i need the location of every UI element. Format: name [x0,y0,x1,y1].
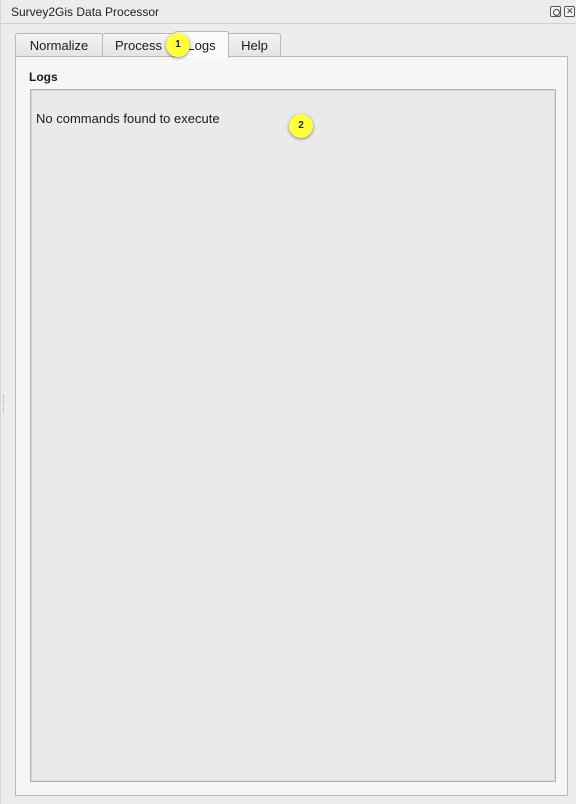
annotation-marker-2: 2 [289,114,313,138]
tab-help[interactable]: Help [228,33,281,58]
log-output-area[interactable]: No commands found to execute [30,89,556,782]
tab-process[interactable]: Process [102,33,175,58]
tab-normalize[interactable]: Normalize [15,33,103,58]
panel-titlebar: Survey2Gis Data Processor [1,0,576,24]
panel-title: Survey2Gis Data Processor [11,5,160,19]
float-panel-icon[interactable] [550,6,561,17]
annotation-marker-1: 1 [166,33,190,57]
logs-section-label: Logs [29,70,58,84]
log-message: No commands found to execute [36,111,220,126]
logs-tab-pane: Logs No commands found to execute [15,56,568,796]
resize-grip[interactable] [3,395,5,413]
close-panel-icon[interactable] [564,6,575,17]
dock-panel: Survey2Gis Data Processor Normalize Proc… [0,0,576,804]
